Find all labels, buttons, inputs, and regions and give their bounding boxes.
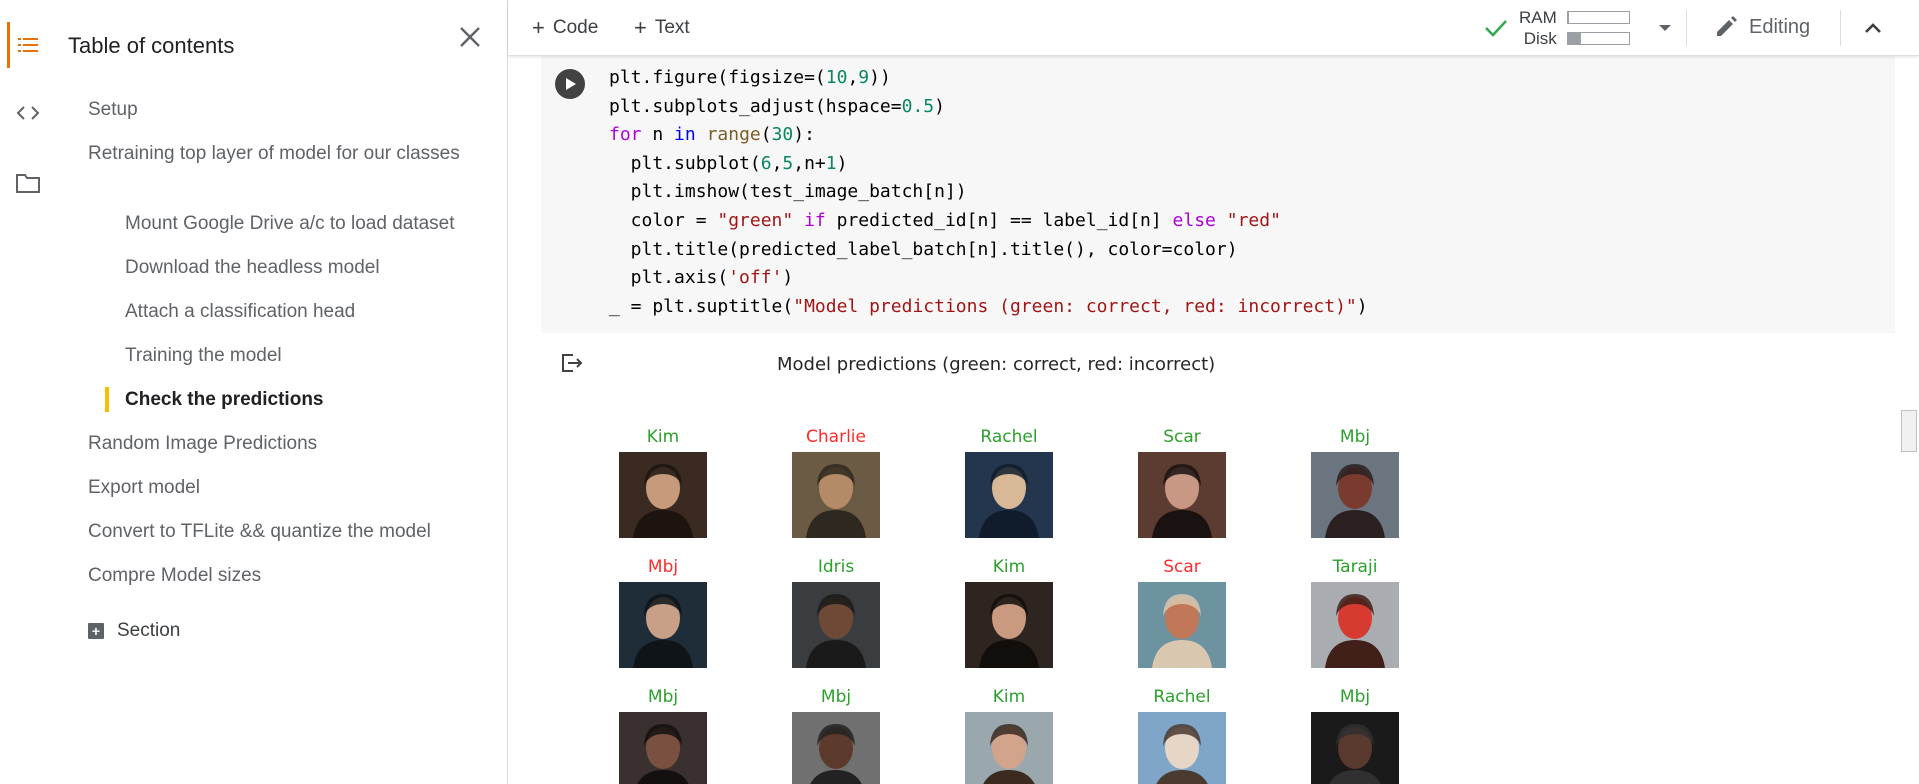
prediction-label: Mbj: [647, 687, 679, 707]
table-of-contents-icon[interactable]: [0, 22, 56, 68]
prediction-image: [965, 452, 1053, 538]
code-line: color = "green" if predicted_id[n] == la…: [609, 209, 1281, 231]
scrollbar-thumb[interactable]: [1901, 410, 1917, 452]
prediction-image: [1138, 582, 1226, 668]
prediction-label: Mbj: [647, 557, 679, 577]
ram-usage-bar: [1566, 11, 1630, 24]
prediction-image: [965, 582, 1053, 668]
prediction-label: Kim: [992, 557, 1026, 577]
editing-mode-button[interactable]: Editing: [1713, 14, 1810, 40]
notebook-toolbar: + Code + Text RAM Disk Editing: [508, 0, 1919, 56]
chevron-down-icon[interactable]: [1655, 18, 1675, 43]
code-line: plt.axis('off'): [609, 267, 794, 289]
toc-item-check-predictions[interactable]: Check the predictions: [125, 387, 495, 412]
toc-item-training[interactable]: Training the model: [125, 343, 495, 368]
prediction-label: Taraji: [1332, 557, 1378, 577]
prediction-label: Kim: [646, 427, 680, 447]
pencil-icon: [1717, 16, 1737, 36]
plus-icon: +: [634, 15, 647, 40]
prediction-image: [1311, 712, 1399, 784]
add-text-button[interactable]: + Text: [634, 14, 690, 42]
prediction-label: Rachel: [1153, 687, 1211, 707]
prediction-image: [619, 712, 707, 784]
play-icon: [566, 78, 576, 90]
code-snippets-icon[interactable]: [0, 90, 56, 136]
prediction-image: [619, 582, 707, 668]
toc-item-download-model[interactable]: Download the headless model: [125, 255, 495, 280]
prediction-label: Scar: [1163, 557, 1201, 577]
prediction-image: [792, 712, 880, 784]
ram-label: RAM: [1519, 8, 1557, 27]
prediction-image: [1311, 452, 1399, 538]
prediction-label: Kim: [992, 687, 1026, 707]
toc-item-retraining[interactable]: Retraining top layer of model for our cl…: [88, 141, 488, 166]
toc-item-convert-tflite[interactable]: Convert to TFLite && quantize the model: [88, 519, 488, 544]
left-rail: [0, 0, 56, 784]
section-label: Section: [117, 620, 181, 641]
prediction-image: [965, 712, 1053, 784]
prediction-label: Scar: [1163, 427, 1201, 447]
code-cell[interactable]: plt.figure(figsize=(10,9)) plt.subplots_a…: [541, 56, 1895, 333]
code-line: _ = plt.suptitle("Model predictions (gre…: [609, 295, 1368, 317]
toc-item-compare-sizes[interactable]: Compre Model sizes: [88, 563, 488, 588]
toolbar-divider: [1686, 10, 1687, 46]
code-editor[interactable]: plt.figure(figsize=(10,9)) plt.subplots_a…: [609, 64, 1368, 321]
code-line: plt.subplot(6,5,n+1): [609, 152, 848, 174]
prediction-image: [1138, 452, 1226, 538]
close-icon[interactable]: [455, 22, 485, 52]
prediction-image: [1311, 582, 1399, 668]
toc-item-attach-head[interactable]: Attach a classification head: [125, 299, 495, 324]
chevron-up-icon[interactable]: [1861, 16, 1885, 45]
prediction-image: [792, 582, 880, 668]
prediction-label: Idris: [817, 557, 855, 577]
add-text-label: Text: [654, 17, 690, 38]
add-code-label: Code: [552, 17, 599, 38]
run-cell-button[interactable]: [555, 69, 585, 99]
code-line: plt.figure(figsize=(10,9)): [609, 67, 891, 88]
toc-item-random-predictions[interactable]: Random Image Predictions: [88, 431, 488, 456]
table-of-contents-panel: Table of contents Setup Retraining top l…: [56, 0, 508, 784]
check-icon: [1485, 20, 1507, 37]
output-icon[interactable]: [560, 352, 584, 379]
resources-indicator[interactable]: RAM Disk: [1483, 6, 1630, 50]
prediction-label: Mbj: [1339, 427, 1371, 447]
prediction-label: Mbj: [1339, 687, 1371, 707]
disk-usage-bar: [1566, 32, 1630, 45]
toc-item-mount-drive[interactable]: Mount Google Drive a/c to load dataset: [125, 211, 495, 236]
toc-item-export-model[interactable]: Export model: [88, 475, 488, 500]
code-line: plt.title(predicted_label_batch[n].title…: [609, 238, 1238, 260]
editing-label: Editing: [1749, 15, 1811, 38]
plus-box-icon: +: [88, 623, 104, 639]
disk-label: Disk: [1523, 29, 1557, 48]
toc-current-marker: [105, 387, 109, 412]
prediction-image: [619, 452, 707, 538]
prediction-label: Charlie: [806, 427, 866, 447]
toc-title: Table of contents: [68, 33, 235, 58]
toolbar-divider: [1840, 10, 1841, 46]
code-line: plt.imshow(test_image_batch[n]): [609, 181, 967, 203]
plus-icon: +: [532, 15, 545, 40]
prediction-label: Rachel: [980, 427, 1038, 447]
code-line: for n in range(30):: [609, 124, 815, 146]
files-folder-icon[interactable]: [0, 160, 56, 206]
toc-item-setup[interactable]: Setup: [88, 97, 488, 122]
figure-suptitle: Model predictions (green: correct, red: …: [777, 354, 1216, 375]
prediction-image: [792, 452, 880, 538]
code-line: plt.subplots_adjust(hspace=0.5): [609, 95, 945, 117]
add-code-button[interactable]: + Code: [532, 14, 598, 42]
prediction-image: [1138, 712, 1226, 784]
prediction-label: Mbj: [820, 687, 852, 707]
add-section-button[interactable]: + Section: [88, 620, 180, 642]
